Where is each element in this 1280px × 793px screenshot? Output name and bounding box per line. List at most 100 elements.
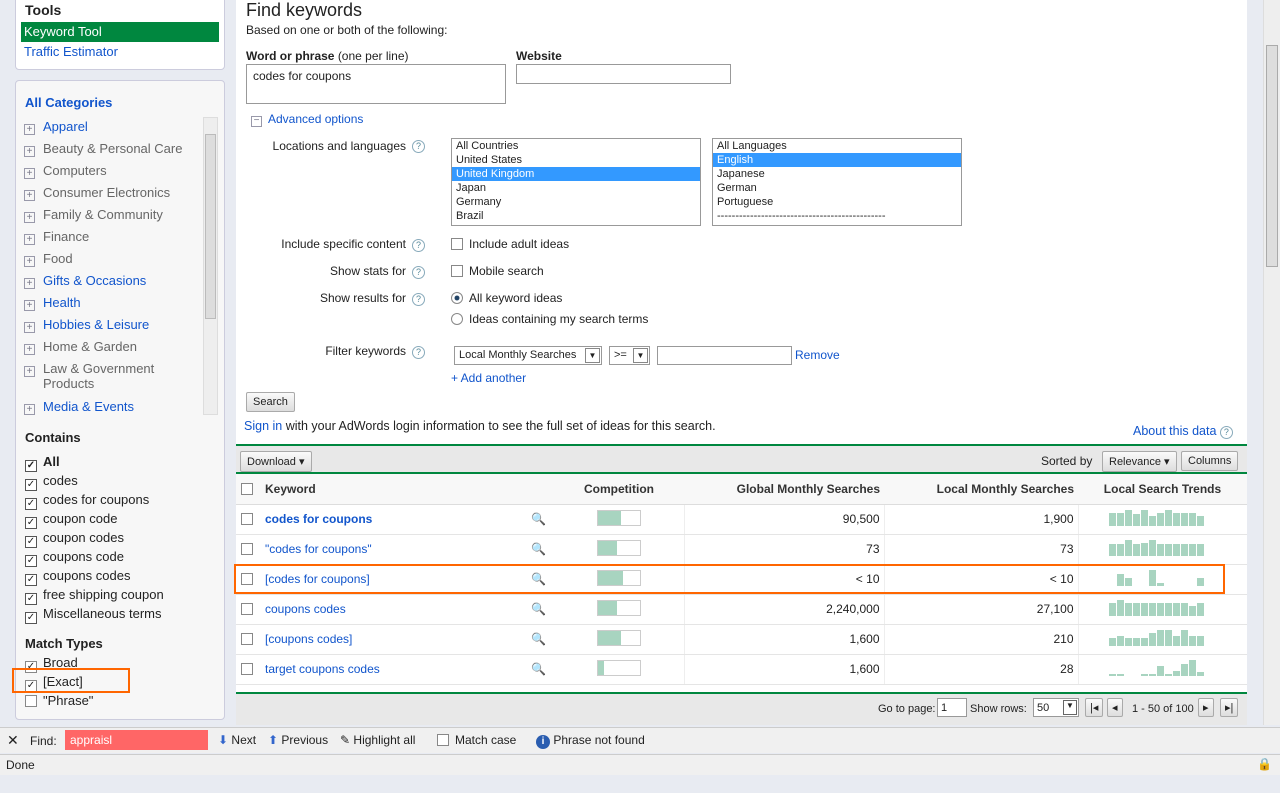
category-item[interactable]: + Hobbies & Leisure bbox=[24, 317, 199, 333]
contains-filter[interactable]: ✓ All bbox=[25, 454, 60, 472]
language-option[interactable]: Japanese bbox=[713, 167, 961, 181]
category-item[interactable]: + Finance bbox=[24, 229, 199, 245]
language-option[interactable]: German bbox=[713, 181, 961, 195]
advanced-options-toggle[interactable]: − Advanced options bbox=[251, 112, 363, 127]
filter-value-input[interactable] bbox=[657, 346, 792, 365]
last-page-button[interactable]: ▸| bbox=[1220, 698, 1239, 717]
category-item[interactable]: + Consumer Electronics bbox=[24, 185, 199, 201]
help-icon[interactable]: ? bbox=[412, 293, 425, 306]
help-icon[interactable]: ? bbox=[412, 140, 425, 153]
word-phrase-input[interactable]: codes for coupons bbox=[246, 64, 506, 104]
category-item[interactable]: + Law & Government Products bbox=[24, 361, 199, 391]
category-item[interactable]: + Family & Community bbox=[24, 207, 199, 223]
col-trends[interactable]: Local Search Trends bbox=[1078, 474, 1247, 505]
adult-ideas-checkbox[interactable]: Include adult ideas bbox=[451, 237, 569, 251]
contains-filter[interactable]: ✓ coupons codes bbox=[25, 568, 130, 586]
language-option[interactable]: ----------------------------------------… bbox=[713, 209, 961, 223]
category-item[interactable]: + Media & Events bbox=[24, 399, 199, 415]
location-option[interactable]: United Kingdom bbox=[452, 167, 700, 181]
highlight-all-button[interactable]: ✎ Highlight all bbox=[340, 733, 415, 747]
language-option[interactable]: All Languages bbox=[713, 139, 961, 153]
about-data-link[interactable]: About this data ? bbox=[1133, 424, 1233, 439]
download-button[interactable]: Download ▾ bbox=[240, 451, 312, 472]
magnifier-icon[interactable]: 🔍 bbox=[531, 632, 546, 646]
find-next-button[interactable]: ⬇ Next bbox=[218, 733, 256, 747]
match-type-filter[interactable]: "Phrase" bbox=[25, 693, 93, 708]
find-input[interactable]: appraisl bbox=[65, 730, 208, 750]
categories-scrollbar[interactable] bbox=[203, 117, 218, 415]
magnifier-icon[interactable]: 🔍 bbox=[531, 542, 546, 556]
category-item[interactable]: + Gifts & Occasions bbox=[24, 273, 199, 289]
location-option[interactable]: All Countries bbox=[452, 139, 700, 153]
col-competition[interactable]: Competition bbox=[554, 474, 684, 505]
col-local[interactable]: Local Monthly Searches bbox=[884, 474, 1078, 505]
language-option[interactable]: Portuguese bbox=[713, 195, 961, 209]
page-title: Find keywords bbox=[246, 0, 363, 20]
rows-select[interactable]: 50 ▼ bbox=[1033, 698, 1079, 717]
close-icon[interactable]: ✕ bbox=[7, 732, 19, 749]
location-option[interactable]: Brazil bbox=[452, 209, 700, 223]
col-keyword[interactable]: Keyword bbox=[264, 474, 554, 505]
help-icon[interactable]: ? bbox=[412, 239, 425, 252]
all-categories-link[interactable]: All Categories bbox=[25, 95, 112, 110]
sign-in-link[interactable]: Sign in bbox=[244, 419, 282, 433]
keyword-link[interactable]: target coupons codes bbox=[265, 662, 380, 676]
category-item[interactable]: + Beauty & Personal Care bbox=[24, 141, 199, 157]
row-checkbox[interactable] bbox=[241, 633, 253, 645]
keyword-link[interactable]: [coupons codes] bbox=[265, 632, 352, 646]
contains-filter[interactable]: ✓ Miscellaneous terms bbox=[25, 606, 162, 624]
location-option[interactable]: Japan bbox=[452, 181, 700, 195]
mobile-search-checkbox[interactable]: Mobile search bbox=[451, 264, 544, 278]
contains-filter[interactable]: ✓ codes for coupons bbox=[25, 492, 149, 510]
keyword-link[interactable]: coupons codes bbox=[265, 602, 346, 616]
contains-filter[interactable]: ✓ coupons code bbox=[25, 549, 124, 567]
sort-select[interactable]: Relevance ▾ bbox=[1102, 451, 1177, 472]
row-checkbox[interactable] bbox=[241, 603, 253, 615]
help-icon[interactable]: ? bbox=[412, 266, 425, 279]
select-all-checkbox[interactable] bbox=[241, 482, 253, 495]
first-page-button[interactable]: |◂ bbox=[1085, 698, 1104, 717]
prev-page-button[interactable]: ◂ bbox=[1107, 698, 1123, 717]
row-checkbox[interactable] bbox=[241, 663, 253, 675]
row-checkbox[interactable] bbox=[241, 513, 253, 525]
keyword-link[interactable]: "codes for coupons" bbox=[265, 542, 372, 556]
filter-operator-select[interactable]: >= ▼ bbox=[609, 346, 650, 365]
filter-field-select[interactable]: Local Monthly Searches ▼ bbox=[454, 346, 602, 365]
contains-filter[interactable]: ✓ codes bbox=[25, 473, 78, 491]
col-global[interactable]: Global Monthly Searches bbox=[684, 474, 884, 505]
contains-filter[interactable]: ✓ coupon codes bbox=[25, 530, 124, 548]
location-option[interactable]: Germany bbox=[452, 195, 700, 209]
website-input[interactable] bbox=[516, 64, 731, 84]
search-button[interactable]: Search bbox=[246, 392, 295, 412]
locations-select[interactable]: All Countries United States United Kingdom… bbox=[451, 138, 701, 226]
add-another-link[interactable]: + Add another bbox=[451, 371, 526, 385]
category-item[interactable]: + Apparel bbox=[24, 119, 199, 135]
magnifier-icon[interactable]: 🔍 bbox=[531, 662, 546, 676]
category-item[interactable]: + Computers bbox=[24, 163, 199, 179]
language-option[interactable]: English bbox=[713, 153, 961, 167]
page-input[interactable]: 1 bbox=[937, 698, 967, 717]
contains-filter[interactable]: ✓ free shipping coupon bbox=[25, 587, 164, 605]
row-checkbox[interactable] bbox=[241, 543, 253, 555]
find-previous-button[interactable]: ⬆ Previous bbox=[268, 733, 328, 747]
location-option[interactable]: United States bbox=[452, 153, 700, 167]
help-icon[interactable]: ? bbox=[412, 346, 425, 359]
match-case-checkbox[interactable]: Match case bbox=[437, 733, 516, 747]
all-ideas-radio[interactable]: All keyword ideas bbox=[451, 291, 562, 305]
contains-filter[interactable]: ✓ coupon code bbox=[25, 511, 117, 529]
category-item[interactable]: + Home & Garden bbox=[24, 339, 199, 355]
keyword-link[interactable]: codes for coupons bbox=[265, 512, 372, 526]
languages-select[interactable]: All Languages English Japanese German Portug… bbox=[712, 138, 962, 226]
tool-keyword-tool[interactable]: Keyword Tool bbox=[21, 22, 219, 42]
tool-traffic-estimator[interactable]: Traffic Estimator bbox=[24, 44, 118, 59]
category-item[interactable]: + Health bbox=[24, 295, 199, 311]
magnifier-icon[interactable]: 🔍 bbox=[531, 512, 546, 526]
category-item[interactable]: + Food bbox=[24, 251, 199, 267]
columns-button[interactable]: Columns bbox=[1181, 451, 1239, 471]
trend-chart bbox=[1108, 629, 1204, 646]
remove-filter-link[interactable]: Remove bbox=[795, 348, 840, 362]
window-scrollbar[interactable] bbox=[1263, 0, 1280, 725]
next-page-button[interactable]: ▸ bbox=[1198, 698, 1214, 717]
containing-terms-radio[interactable]: Ideas containing my search terms bbox=[451, 312, 648, 326]
magnifier-icon[interactable]: 🔍 bbox=[531, 602, 546, 616]
